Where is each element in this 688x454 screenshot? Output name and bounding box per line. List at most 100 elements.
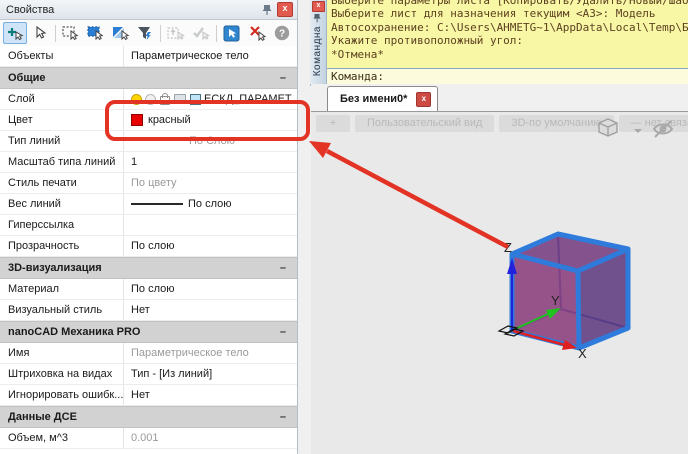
quick-select-button[interactable] <box>220 22 244 44</box>
property-value[interactable]: По Слою <box>124 135 297 147</box>
property-row[interactable]: Стиль печатиПо цвету <box>0 173 297 194</box>
property-label: Цвет <box>0 110 124 130</box>
property-row[interactable]: Визуальный стиль Нет <box>0 300 297 321</box>
collapse-icon[interactable]: – <box>280 262 286 274</box>
property-row[interactable]: Слой ЕСКД_ПАРАМЕТ... <box>0 89 297 110</box>
property-value[interactable]: 0.001 <box>124 432 297 444</box>
property-value[interactable]: Тип - [Из линий] <box>124 368 297 380</box>
toolbar-separator <box>160 25 161 42</box>
property-row[interactable]: ИмяПараметрическое тело <box>0 343 297 364</box>
property-label: Слой <box>0 89 124 109</box>
property-value[interactable]: красный <box>124 114 297 126</box>
command-panel-body: Выберите параметры листа [Копировать/Уда… <box>327 0 688 84</box>
freeze-icon[interactable] <box>145 94 156 105</box>
select-window-button[interactable] <box>59 22 83 44</box>
layer-color-swatch[interactable] <box>190 94 201 105</box>
close-icon[interactable]: x <box>277 2 293 17</box>
view-cube-icon[interactable] <box>599 119 617 136</box>
add-view-button[interactable]: + <box>316 115 350 132</box>
property-row[interactable]: Объекты Параметрическое тело <box>0 46 297 67</box>
property-row[interactable]: ПрозрачностьПо слою <box>0 236 297 257</box>
selection-filter-button[interactable] <box>134 22 158 44</box>
group-label: Данные ДСЕ <box>0 411 280 423</box>
command-history[interactable]: Выберите параметры листа [Копировать/Уда… <box>327 0 688 68</box>
drawing-tab[interactable]: Без имени0* x <box>327 86 438 111</box>
chevron-down-icon[interactable] <box>634 129 642 133</box>
property-value[interactable]: По слою <box>124 283 297 295</box>
property-value-text: Параметрическое тело <box>131 347 249 359</box>
group-label: nanoCAD Механика PRO <box>0 326 280 338</box>
command-panel-tab-label: Командна <box>312 26 323 76</box>
property-value-text: Тип - [Из линий] <box>131 368 212 380</box>
command-panel: x Командна Выберите параметры листа [Коп… <box>310 0 688 86</box>
property-value-text: Нет <box>131 304 150 316</box>
property-label: Визуальный стиль <box>0 300 124 320</box>
command-prompt: Команда: <box>331 70 384 83</box>
property-value-text: ЕСКД_ПАРАМЕТ... <box>204 93 297 105</box>
property-row[interactable]: Цветкрасный <box>0 110 297 131</box>
property-row[interactable]: Масштаб типа линий1 <box>0 152 297 173</box>
property-value[interactable]: Нет <box>124 304 297 316</box>
group-label: 3D-визуализация <box>0 262 280 274</box>
group-row[interactable]: nanoCAD Механика PRO– <box>0 321 297 343</box>
close-icon[interactable]: x <box>312 1 325 12</box>
property-value[interactable]: Параметрическое тело <box>124 347 297 359</box>
help-button[interactable]: ? <box>270 22 294 44</box>
property-value-text: 1 <box>131 156 137 168</box>
property-value-text: Нет <box>131 389 150 401</box>
eye-hidden-icon[interactable] <box>654 121 672 137</box>
color-swatch[interactable] <box>131 114 143 126</box>
property-grid: ОбъектыПараметрическое телоОбщие–СлойЕСК… <box>0 46 297 449</box>
properties-panel: Свойства x <box>0 0 298 454</box>
add-objects-button[interactable] <box>3 22 27 44</box>
toolbar-separator <box>55 25 56 42</box>
properties-title: Свойства <box>6 4 260 16</box>
property-row[interactable]: МатериалПо слою <box>0 279 297 300</box>
invert-selection-button[interactable] <box>109 22 133 44</box>
svg-text:?: ? <box>279 28 285 39</box>
property-row[interactable]: Гиперссылка <box>0 215 297 236</box>
viewport-view-button[interactable]: Пользовательский вид <box>355 115 494 132</box>
property-label: Гиперссылка <box>0 215 124 235</box>
property-label: Штриховка на видах <box>0 364 124 384</box>
pin-icon[interactable] <box>260 3 274 17</box>
group-row[interactable]: 3D-визуализация– <box>0 257 297 279</box>
collapse-icon[interactable]: – <box>280 326 286 338</box>
property-value[interactable]: ЕСКД_ПАРАМЕТ... <box>124 93 297 105</box>
property-value[interactable]: По слою <box>124 240 297 252</box>
group-row[interactable]: Данные ДСЕ– <box>0 406 297 428</box>
property-row[interactable]: Вес линийПо слою <box>0 194 297 215</box>
property-value[interactable]: По цвету <box>124 177 297 189</box>
property-row[interactable]: Тип линийПо Слою <box>0 131 297 152</box>
nanocad-window: Свойства x <box>0 0 688 454</box>
printer-icon[interactable] <box>174 94 186 104</box>
select-cursor-button[interactable] <box>28 22 52 44</box>
group-row[interactable]: Общие– <box>0 67 297 89</box>
property-value-text: По Слою <box>189 135 235 147</box>
pin-icon[interactable] <box>313 13 322 26</box>
property-value[interactable]: Параметрическое тело <box>124 50 297 62</box>
command-input-line[interactable]: Команда: <box>327 68 688 84</box>
property-value-text: Параметрическое тело <box>131 50 249 62</box>
viewport-corner-icons <box>596 117 686 143</box>
collapse-icon[interactable]: – <box>280 411 286 423</box>
property-label: Материал <box>0 279 124 299</box>
group-label: Общие <box>0 72 280 84</box>
select-crossing-button[interactable] <box>84 22 108 44</box>
deselect-button[interactable] <box>245 22 269 44</box>
drawing-tab-label: Без имени0* <box>340 93 407 105</box>
close-icon[interactable]: x <box>416 92 431 107</box>
property-value[interactable]: Нет <box>124 389 297 401</box>
command-panel-tab[interactable]: x Командна <box>310 0 327 84</box>
property-value-text: 0.001 <box>131 432 159 444</box>
property-row[interactable]: Объем, м^30.001 <box>0 428 297 449</box>
property-row[interactable]: Игнорировать ошибк... Нет <box>0 385 297 406</box>
property-value[interactable]: По слою <box>124 198 297 210</box>
bulb-icon[interactable] <box>131 94 142 105</box>
property-label: Объекты <box>0 46 124 66</box>
property-value[interactable]: 1 <box>124 156 297 168</box>
property-row[interactable]: Штриховка на видах Тип - [Из линий] <box>0 364 297 385</box>
property-label: Игнорировать ошибк... <box>0 385 124 405</box>
collapse-icon[interactable]: – <box>280 72 286 84</box>
lock-icon[interactable] <box>160 96 170 105</box>
